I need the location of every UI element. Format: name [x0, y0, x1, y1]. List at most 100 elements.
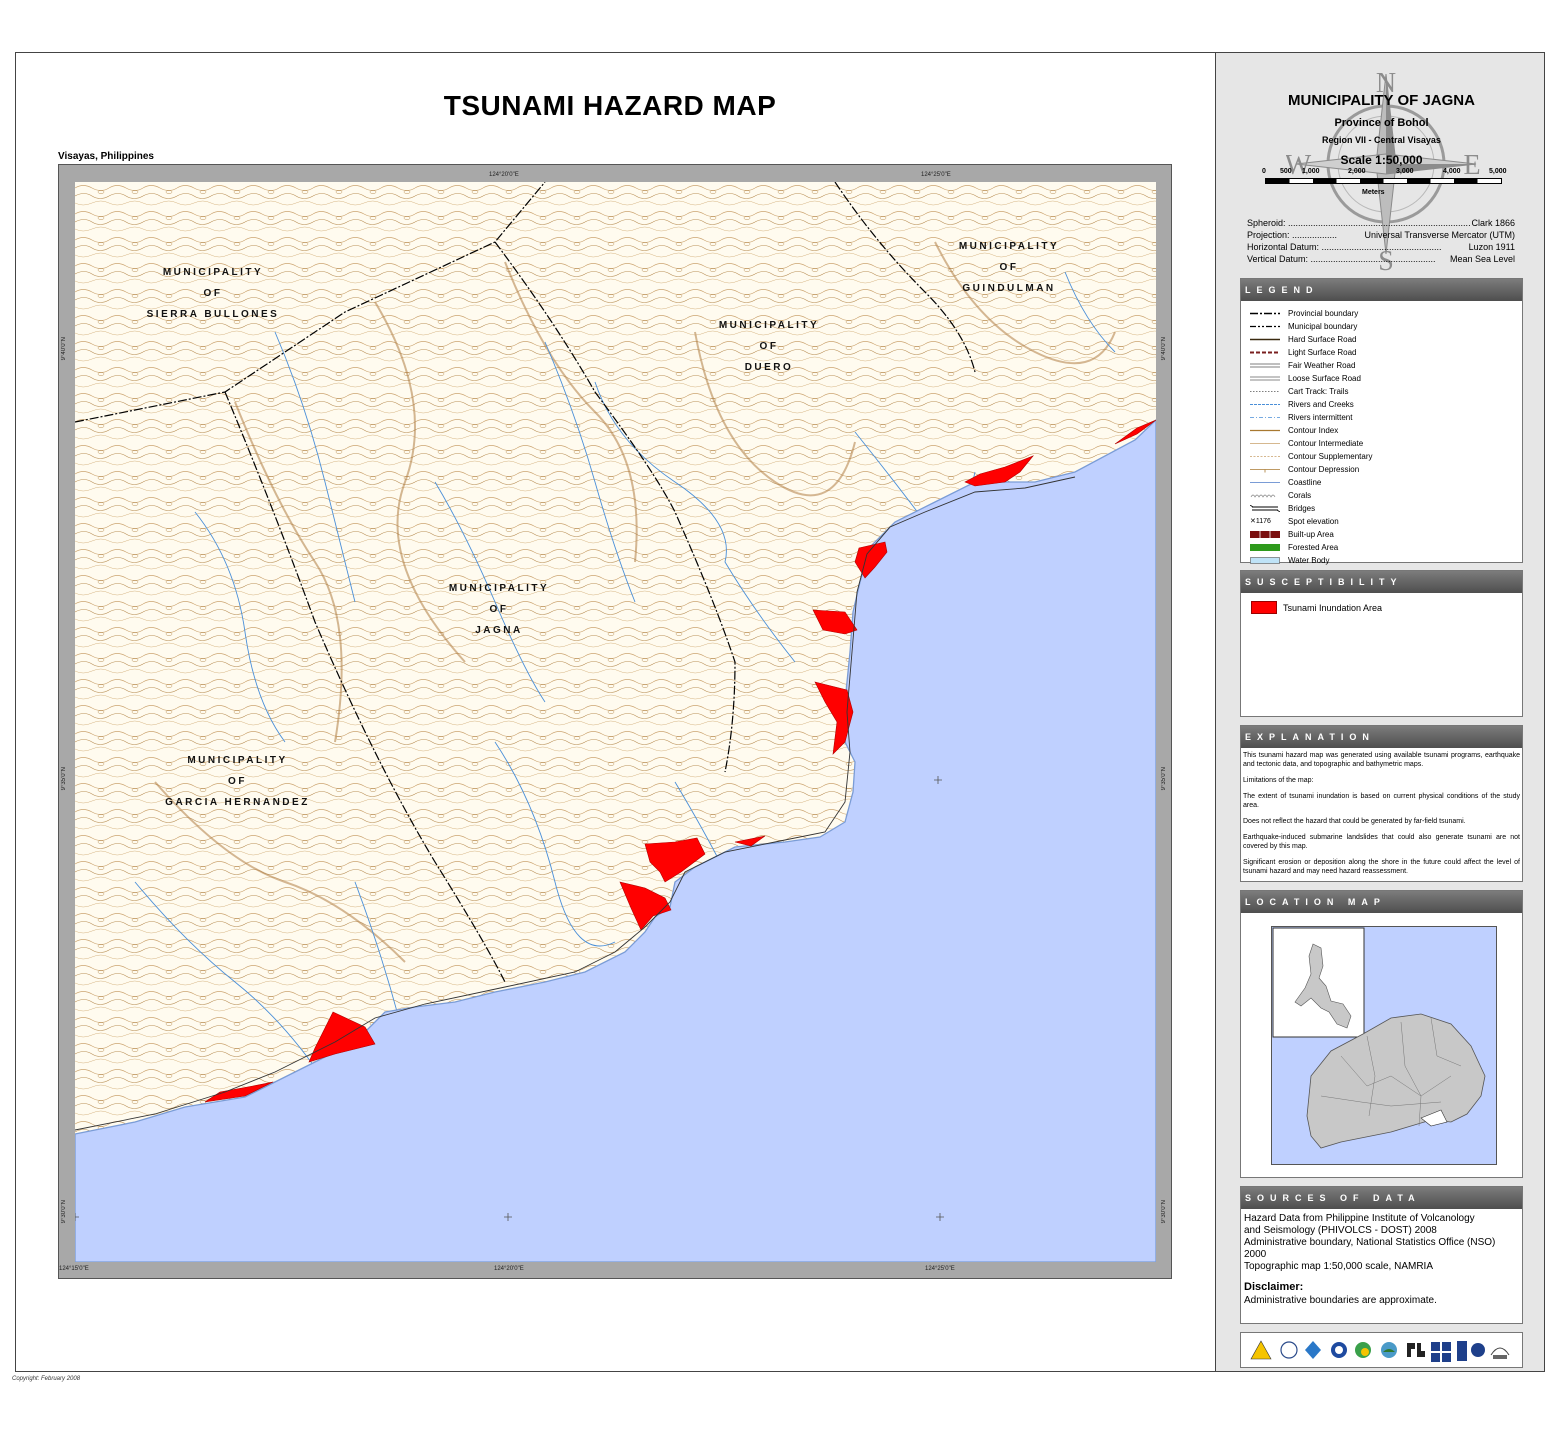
hazard-map[interactable]: [75, 182, 1156, 1262]
scale-label: Scale 1:50,000: [1340, 153, 1423, 167]
contour-index-symbol: [1250, 429, 1280, 432]
inundation-swatch: [1251, 601, 1277, 614]
explanation-paragraph: Limitations of the map:: [1243, 777, 1314, 784]
legend-item: Forested Area: [1241, 541, 1522, 554]
legend-item: Light Surface Road: [1241, 346, 1522, 359]
datum-row-spheroid: Spheroid: ..............................…: [1247, 218, 1515, 228]
scale-tick-3000: 3,000: [1396, 168, 1414, 175]
contour-intermediate-symbol: [1250, 443, 1280, 444]
graticule-bottom-2: 124°20'0"E: [494, 1266, 524, 1272]
disclaimer-text: Administrative boundaries are approximat…: [1244, 1295, 1437, 1306]
pagasa-logo-icon: [1355, 1342, 1371, 1358]
municipality-header: MUNICIPALITY OF JAGNA: [1288, 92, 1475, 109]
legend-item: Hard Surface Road: [1241, 333, 1522, 346]
legend-item: Contour Supplementary: [1241, 450, 1522, 463]
municipality-label-jagna: MUNICIPALITY OF JAGNA: [448, 583, 550, 636]
fair-weather-road-symbol: [1250, 363, 1280, 368]
scale-tick-1000: 1,000: [1302, 168, 1320, 175]
explanation-paragraph: This tsunami hazard map was generated us…: [1243, 752, 1520, 768]
river-symbol: [1250, 404, 1280, 405]
bridge-symbol: [1250, 505, 1280, 512]
cart-track-symbol: [1250, 391, 1280, 392]
datum-row-vertical: Vertical Datum: ........................…: [1247, 254, 1515, 264]
scale-tick-0: 0: [1262, 168, 1266, 175]
graticule-right-2: 9°35'0"N: [1161, 767, 1167, 791]
legend-item: Rivers and Creeks: [1241, 398, 1522, 411]
scale-tick-2000: 2,000: [1348, 168, 1366, 175]
builtup-area-symbol: [1250, 531, 1280, 538]
graticule-bottom-3: 124°25'0"E: [925, 1266, 955, 1272]
legend-list: Provincial boundary Municipal boundary H…: [1241, 301, 1522, 567]
river-intermittent-symbol: [1250, 417, 1280, 418]
explanation-paragraph: Does not reflect the hazard that could b…: [1243, 818, 1466, 825]
municipality-label-duero: MUNICIPALITY OF DUERO: [718, 320, 820, 373]
legend-title: LEGEND: [1241, 279, 1522, 301]
location-map: [1271, 926, 1497, 1165]
graticule-top-1: 124°20'0"E: [489, 172, 519, 178]
explanation-title: EXPLANATION: [1241, 726, 1522, 748]
dost-logo-icon: [1280, 1341, 1298, 1359]
hard-surface-road-symbol: [1250, 338, 1280, 341]
legend-panel: LEGEND Provincial boundary Municipal bou…: [1240, 278, 1523, 565]
legend-item: Loose Surface Road: [1241, 372, 1522, 385]
legend-item: Contour Depression: [1241, 463, 1522, 476]
map-title: TSUNAMI HAZARD MAP: [443, 90, 777, 121]
sources-title: SOURCES OF DATA: [1241, 1187, 1522, 1209]
ausaid-logo-icon: [1457, 1341, 1467, 1361]
loose-surface-road-symbol: [1250, 376, 1280, 381]
location-map-panel: LOCATION MAP: [1240, 890, 1523, 1178]
location-map-title: LOCATION MAP: [1241, 891, 1522, 913]
undp-logo-icon: [1431, 1342, 1451, 1362]
forested-area-symbol: [1250, 544, 1280, 551]
municipality-label-guindulman: MUNICIPALITY OF GUINDULMAN: [958, 241, 1060, 294]
graticule-bottom-1: 124°15'0"E: [59, 1266, 89, 1272]
datum-row-projection: Projection: .................. Universal …: [1247, 230, 1515, 240]
spot-elevation-symbol: ✕1176: [1250, 518, 1271, 525]
sources-panel: SOURCES OF DATA Hazard Data from Philipp…: [1240, 1186, 1523, 1324]
explanation-paragraph: Earthquake-induced submarine landslides …: [1243, 834, 1520, 850]
explanation-paragraph: The extent of tsunami inundation is base…: [1243, 793, 1520, 809]
explanation-text: This tsunami hazard map was generated us…: [1241, 748, 1522, 886]
datum-row-horizontal: Horizontal Datum: ......................…: [1247, 242, 1515, 252]
province-label: Province of Bohol: [1334, 117, 1429, 129]
graticule-right-3: 9°30'0"N: [1161, 1200, 1167, 1224]
copyright-note: Copyright: February 2008: [12, 1376, 81, 1382]
municipality-label-garcia-hernandez: MUNICIPALITY OF GARCIA HERNANDEZ: [165, 755, 310, 808]
legend-item: Provincial boundary: [1241, 307, 1522, 320]
municipality-label-sierra-bullones: MUNICIPALITY OF SIERRA BULLONES: [146, 267, 280, 320]
legend-item: Water Body: [1241, 554, 1522, 567]
susceptibility-title: SUSCEPTIBILITY: [1241, 571, 1522, 593]
legend-item: Contour Index: [1241, 424, 1522, 437]
municipal-boundary-symbol: [1250, 325, 1280, 328]
graticule-right-1: 9°40'0"N: [1161, 337, 1167, 361]
disclaimer-title: Disclaimer:: [1244, 1281, 1304, 1293]
region-label: Region VII - Central Visayas: [1322, 135, 1441, 145]
graticule-left-1: 9°40'0"N: [61, 337, 67, 361]
legend-item: Corals: [1241, 489, 1522, 502]
graticule-left-3: 9°30'0"N: [61, 1200, 67, 1224]
coastline-symbol: [1250, 482, 1280, 483]
legend-item: Contour Intermediate: [1241, 437, 1522, 450]
explanation-paragraph: Significant erosion or deposition along …: [1243, 859, 1520, 875]
cbdrm-logo-icon: [1407, 1343, 1425, 1357]
un-logo-icon: [1471, 1343, 1485, 1357]
scale-bar-graphic: [1265, 178, 1502, 184]
legend-item: Built-up Area: [1241, 528, 1522, 541]
susceptibility-panel: SUSCEPTIBILITY Tsunami Inundation Area: [1240, 570, 1523, 717]
legend-item: Fair Weather Road: [1241, 359, 1522, 372]
scale-tick-500: 500: [1280, 168, 1292, 175]
panel-divider: [1215, 52, 1216, 1372]
australia-logo-icon: [1490, 1347, 1510, 1359]
scale-tick-5000: 5,000: [1489, 168, 1507, 175]
scale-bar: 0 500 1,000 2,000 3,000 4,000 5,000 Mete…: [1262, 168, 1507, 198]
map-subtitle: Visayas, Philippines: [58, 151, 154, 162]
explanation-panel: EXPLANATION This tsunami hazard map was …: [1240, 725, 1523, 882]
provincial-boundary-symbol: [1250, 312, 1280, 315]
graticule-left-2: 9°35'0"N: [61, 767, 67, 791]
contour-depression-symbol: [1250, 469, 1280, 473]
graticule-top-2: 124°25'0"E: [921, 172, 951, 178]
legend-item: ✕1176 Spot elevation: [1250, 517, 1339, 526]
logos-panel: [1240, 1332, 1523, 1368]
legend-item: Municipal boundary: [1241, 320, 1522, 333]
mgb-logo-icon: [1331, 1342, 1347, 1358]
